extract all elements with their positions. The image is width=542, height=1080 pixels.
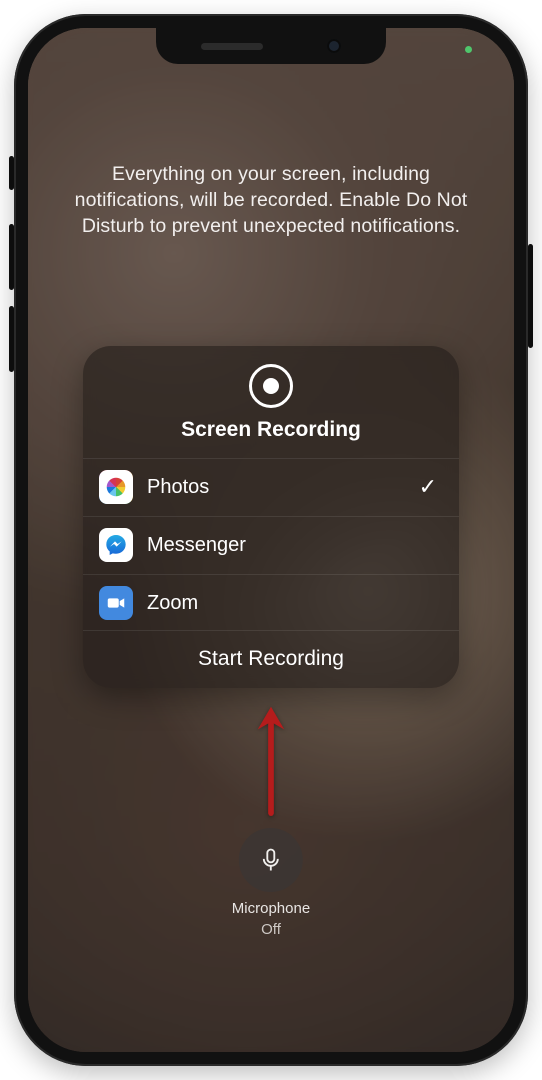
notch xyxy=(156,28,386,64)
app-label: Photos xyxy=(147,476,405,499)
microphone-toggle[interactable]: Microphone Off xyxy=(232,828,310,938)
power-button[interactable] xyxy=(528,244,533,348)
annotation-arrow xyxy=(252,698,290,818)
screen-recording-panel: Screen Recording Photos ✓ Me xyxy=(83,346,459,688)
microphone-state: Off xyxy=(261,921,281,938)
start-recording-label: Start Recording xyxy=(198,647,344,671)
silence-switch[interactable] xyxy=(9,156,14,190)
app-label: Messenger xyxy=(147,534,437,557)
messenger-icon xyxy=(99,528,133,562)
photos-icon xyxy=(99,470,133,504)
zoom-icon xyxy=(99,586,133,620)
microphone-icon xyxy=(239,828,303,892)
app-destination-list[interactable]: Photos ✓ Messenger Zoom xyxy=(83,458,459,630)
checkmark-icon: ✓ xyxy=(419,474,437,500)
recording-notice-text: Everything on your screen, including not… xyxy=(60,162,482,240)
earpiece-speaker xyxy=(201,43,263,50)
app-row-zoom[interactable]: Zoom xyxy=(83,574,459,630)
panel-header: Screen Recording xyxy=(83,346,459,458)
panel-title: Screen Recording xyxy=(181,418,361,442)
screen: Everything on your screen, including not… xyxy=(28,28,514,1052)
start-recording-button[interactable]: Start Recording xyxy=(83,630,459,688)
app-row-messenger[interactable]: Messenger xyxy=(83,516,459,574)
microphone-label: Microphone xyxy=(232,900,310,917)
volume-up-button[interactable] xyxy=(9,224,14,290)
app-row-photos[interactable]: Photos ✓ xyxy=(83,458,459,516)
front-camera xyxy=(327,39,341,53)
iphone-frame: Everything on your screen, including not… xyxy=(14,14,528,1066)
record-icon xyxy=(249,364,293,408)
privacy-indicator-dot xyxy=(465,46,472,53)
volume-down-button[interactable] xyxy=(9,306,14,372)
app-label: Zoom xyxy=(147,592,437,615)
